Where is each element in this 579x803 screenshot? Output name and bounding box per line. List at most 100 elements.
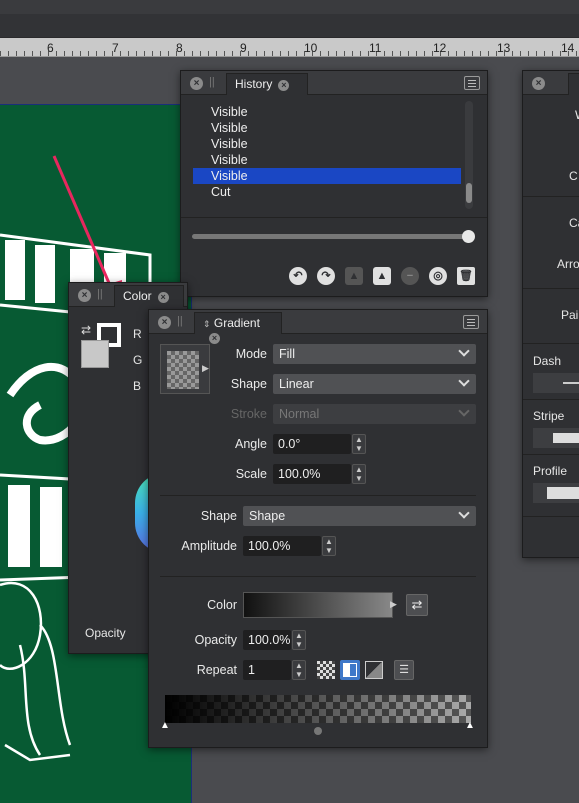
shape-dropdown[interactable]: Linear bbox=[273, 374, 476, 394]
angle-stepper[interactable]: ▲ ▼ bbox=[352, 434, 366, 454]
history-panel: × || History × Visible Visible Visible Vi… bbox=[180, 70, 488, 297]
close-icon[interactable]: × bbox=[158, 316, 171, 329]
ruler-tick bbox=[0, 51, 1, 56]
triangle-right-icon[interactable]: ▶ bbox=[390, 599, 397, 610]
ruler-tick bbox=[104, 51, 105, 56]
gradient-color-swatch[interactable] bbox=[243, 592, 393, 618]
triangle-right-icon: ▶ bbox=[202, 363, 209, 373]
undo-icon[interactable]: ↶ bbox=[289, 267, 307, 285]
partial-label: Arro bbox=[557, 257, 579, 271]
chevron-down-icon bbox=[458, 345, 470, 357]
ruler-number: 7 bbox=[112, 41, 119, 55]
history-slider[interactable] bbox=[192, 230, 475, 243]
drag-handle-icon[interactable]: || bbox=[177, 315, 183, 327]
scale-field[interactable]: 100.0% bbox=[273, 464, 351, 484]
stroke-panel-header[interactable]: × bbox=[523, 71, 579, 95]
drag-handle-icon[interactable]: || bbox=[97, 288, 103, 300]
repeat-label: Repeat bbox=[196, 663, 237, 677]
ruler-tick bbox=[40, 51, 41, 56]
ruler-tick bbox=[328, 51, 329, 56]
history-item[interactable]: Visible bbox=[193, 136, 461, 152]
ruler-tick bbox=[352, 51, 353, 56]
history-item[interactable]: Visible bbox=[193, 104, 461, 120]
opacity-label: Opacity bbox=[194, 633, 237, 647]
amplitude-field[interactable]: 100.0% bbox=[243, 536, 321, 556]
panel-menu-icon[interactable] bbox=[463, 315, 479, 329]
history-scrollbar[interactable] bbox=[465, 101, 473, 209]
partial-label: Pai bbox=[561, 308, 579, 322]
ruler-tick bbox=[64, 51, 65, 56]
dash-pattern-field[interactable] bbox=[533, 373, 579, 393]
profile-field[interactable] bbox=[533, 483, 579, 503]
ruler-tick bbox=[320, 51, 321, 56]
ruler-tick bbox=[168, 51, 169, 56]
close-tab-icon[interactable]: × bbox=[278, 80, 290, 91]
history-panel-header[interactable]: × || History × bbox=[181, 71, 487, 95]
stripe-field[interactable] bbox=[533, 428, 579, 448]
gradient-preset-thumbnail bbox=[167, 351, 199, 389]
gradient-bar[interactable] bbox=[165, 695, 471, 723]
divider bbox=[523, 288, 579, 289]
drag-handle-icon[interactable]: || bbox=[209, 76, 215, 88]
tab-history[interactable]: History × bbox=[226, 73, 308, 95]
divider bbox=[523, 516, 579, 517]
history-item[interactable]: Cut bbox=[193, 184, 461, 200]
ruler-tick bbox=[72, 51, 73, 56]
horizontal-ruler[interactable]: 6 7 8 9 10 11 12 13 14 bbox=[0, 38, 579, 57]
repeat-stepper[interactable]: ▲ ▼ bbox=[292, 660, 306, 680]
fill-swatch[interactable] bbox=[81, 340, 109, 368]
ruler-tick bbox=[192, 51, 193, 56]
gradient-preset-picker[interactable]: ▶ bbox=[160, 344, 210, 394]
image-icon[interactable]: ▲ bbox=[373, 267, 391, 285]
tab-color[interactable]: Color × bbox=[114, 285, 184, 307]
redo-icon[interactable]: ↷ bbox=[317, 267, 335, 285]
chevron-down-icon bbox=[458, 405, 470, 417]
tab-gradient[interactable]: ⇕ Gradient× bbox=[194, 312, 282, 344]
history-item-selected[interactable]: Visible bbox=[193, 168, 461, 184]
close-icon[interactable]: × bbox=[190, 77, 203, 90]
repeat-reflect-icon[interactable] bbox=[365, 661, 383, 679]
gradient-midpoint-handle[interactable] bbox=[314, 727, 322, 735]
history-scrollbar-thumb[interactable] bbox=[466, 183, 472, 203]
gradient-stop-end[interactable]: ▲ bbox=[465, 720, 475, 731]
gradient-panel-header[interactable]: × || ⇕ Gradient× bbox=[149, 310, 487, 344]
ruler-tick bbox=[448, 51, 449, 56]
history-slider-thumb[interactable] bbox=[462, 230, 475, 243]
close-tab-icon[interactable]: × bbox=[157, 292, 169, 303]
opacity-stepper[interactable]: ▲ ▼ bbox=[292, 630, 306, 650]
ruler-tick bbox=[416, 51, 417, 56]
close-icon[interactable]: × bbox=[532, 77, 545, 90]
shape2-dropdown[interactable]: Shape bbox=[243, 506, 476, 526]
repeat-field[interactable]: 1 bbox=[243, 660, 291, 680]
scale-stepper[interactable]: ▲ ▼ bbox=[352, 464, 366, 484]
divider bbox=[160, 576, 476, 577]
panel-menu-icon[interactable] bbox=[464, 76, 480, 90]
reverse-gradient-icon[interactable]: ⇄ bbox=[406, 594, 428, 616]
ruler-tick bbox=[144, 51, 145, 56]
channel-b-label: B bbox=[133, 379, 142, 393]
partial-label: C bbox=[569, 169, 578, 183]
gradient-stop-start[interactable]: ▲ bbox=[160, 720, 170, 731]
ruler-tick bbox=[528, 51, 529, 56]
color-panel-header[interactable]: × || Color × bbox=[69, 283, 187, 307]
close-tab-icon[interactable]: × bbox=[209, 333, 220, 344]
history-item[interactable]: Visible bbox=[193, 152, 461, 168]
ruler-number: 12 bbox=[433, 41, 447, 55]
repeat-pad-icon[interactable] bbox=[340, 660, 360, 680]
settings-sliders-icon[interactable]: ☰ bbox=[394, 660, 414, 680]
angle-field[interactable]: 0.0° bbox=[273, 434, 351, 454]
amplitude-stepper[interactable]: ▲ ▼ bbox=[322, 536, 336, 556]
ruler-tick bbox=[256, 51, 257, 56]
swap-colors-icon[interactable]: ⇄ bbox=[81, 323, 91, 337]
stroke-panel: × W C Ca Arro Pai Dash Stripe Profile bbox=[522, 70, 579, 558]
tab-stroke[interactable] bbox=[568, 73, 579, 95]
opacity-field[interactable]: 100.0% bbox=[243, 630, 291, 650]
delete-icon[interactable]: 🗑 bbox=[457, 267, 475, 285]
ruler-tick bbox=[408, 51, 409, 56]
zoom-to-icon[interactable]: ◎ bbox=[429, 267, 447, 285]
repeat-none-icon[interactable] bbox=[317, 661, 335, 679]
close-icon[interactable]: × bbox=[78, 289, 91, 302]
mode-dropdown[interactable]: Fill bbox=[273, 344, 476, 364]
ruler-tick bbox=[120, 51, 121, 56]
history-item[interactable]: Visible bbox=[193, 120, 461, 136]
